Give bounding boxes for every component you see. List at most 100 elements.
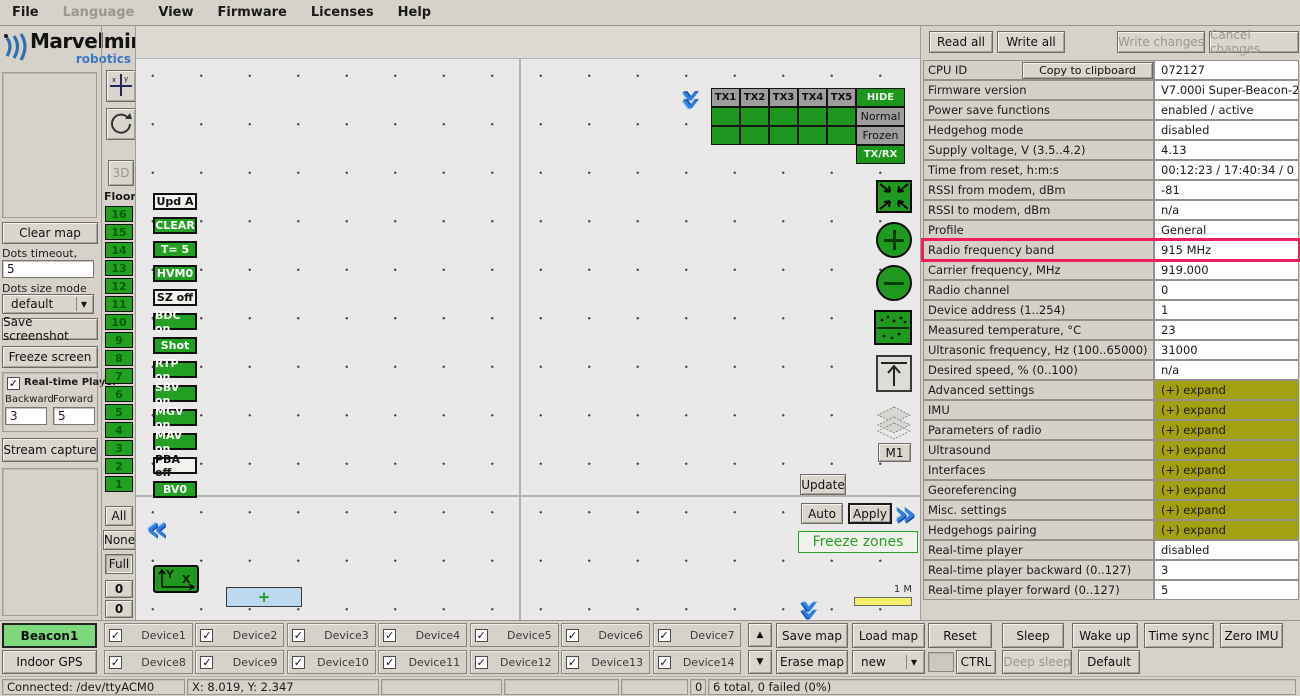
floors-all-button[interactable]: All: [105, 506, 133, 526]
write-changes-button[interactable]: Write changes: [1117, 31, 1205, 53]
map-toggle-sbv-on[interactable]: SBV on: [153, 385, 197, 402]
tx-header-tx2[interactable]: TX2: [740, 88, 769, 107]
floor-button-1[interactable]: 1: [105, 476, 133, 492]
device-cell-device3[interactable]: ✓Device3: [287, 623, 376, 647]
device-checkbox[interactable]: ✓: [475, 629, 488, 642]
floor-button-6[interactable]: 6: [105, 386, 133, 402]
device-cell-device12[interactable]: ✓Device12: [470, 650, 559, 674]
menu-licenses[interactable]: Licenses: [299, 1, 386, 24]
param-value[interactable]: (+) expand: [1154, 520, 1299, 540]
floor-button-16[interactable]: 16: [105, 206, 133, 222]
param-value[interactable]: (+) expand: [1154, 500, 1299, 520]
floor-button-10[interactable]: 10: [105, 314, 133, 330]
rotate-view-button[interactable]: [106, 108, 136, 140]
tx-cell[interactable]: [827, 126, 856, 145]
tx-cell[interactable]: [711, 107, 740, 126]
map-toggle-t-5[interactable]: T= 5: [153, 241, 197, 258]
device-checkbox[interactable]: ✓: [566, 656, 579, 669]
menu-help[interactable]: Help: [386, 1, 443, 24]
floors-none-button[interactable]: None: [103, 530, 136, 550]
fit-to-screen-button[interactable]: [876, 180, 912, 217]
tx-header-tx4[interactable]: TX4: [798, 88, 827, 107]
tab-indoor-gps[interactable]: Indoor GPS: [2, 650, 97, 674]
layers-button[interactable]: [876, 405, 912, 445]
floor-button-9[interactable]: 9: [105, 332, 133, 348]
tx-cell[interactable]: [740, 126, 769, 145]
map-toggle-mav-on[interactable]: MAV on: [153, 433, 197, 450]
floor-button-11[interactable]: 11: [105, 296, 133, 312]
cancel-changes-button[interactable]: Cancel changes: [1209, 31, 1299, 53]
view-3d-button[interactable]: 3D: [108, 160, 134, 186]
stream-capture-button[interactable]: Stream capture: [2, 438, 98, 462]
device-checkbox[interactable]: ✓: [475, 656, 488, 669]
device-checkbox[interactable]: ✓: [383, 629, 396, 642]
device-checkbox[interactable]: ✓: [383, 656, 396, 669]
save-screenshot-button[interactable]: Save screenshot: [2, 318, 98, 340]
clear-map-button[interactable]: Clear map: [2, 222, 98, 244]
forward-input[interactable]: 5: [53, 407, 95, 425]
dots-display-button[interactable]: [874, 310, 912, 349]
tx-header-tx5[interactable]: TX5: [827, 88, 856, 107]
auto-button[interactable]: Auto: [801, 503, 843, 524]
menu-firmware[interactable]: Firmware: [206, 1, 299, 24]
tx-cell[interactable]: [798, 126, 827, 145]
device-cell-device6[interactable]: ✓Device6: [561, 623, 650, 647]
realtime-player-checkbox[interactable]: ✓: [7, 377, 20, 390]
erase-map-button[interactable]: Erase map: [776, 650, 848, 674]
zero-imu-button[interactable]: Zero IMU: [1220, 623, 1283, 648]
map-toggle-bv0[interactable]: BV0: [153, 481, 197, 498]
zoom-out-button[interactable]: [876, 265, 912, 301]
map-toggle-sz-off[interactable]: SZ off: [153, 289, 197, 306]
freeze-zones-button[interactable]: Freeze zones: [798, 531, 918, 553]
tx-cell[interactable]: [711, 126, 740, 145]
device-checkbox[interactable]: ✓: [109, 656, 122, 669]
param-value[interactable]: (+) expand: [1154, 400, 1299, 420]
save-map-button[interactable]: Save map: [776, 623, 848, 648]
read-all-button[interactable]: Read all: [929, 31, 993, 53]
deep-sleep-button[interactable]: Deep sleep: [1002, 650, 1072, 674]
wake-up-button[interactable]: Wake up: [1072, 623, 1138, 648]
device-checkbox[interactable]: ✓: [292, 629, 305, 642]
tx-cell[interactable]: [769, 126, 798, 145]
device-checkbox[interactable]: ✓: [292, 656, 305, 669]
param-value[interactable]: (+) expand: [1154, 420, 1299, 440]
devices-scroll-up-button[interactable]: ▲: [748, 623, 772, 647]
axes-view-button[interactable]: x y: [106, 70, 136, 102]
tx-hide-button[interactable]: HIDE: [856, 88, 905, 107]
tab-beacon[interactable]: Beacon1: [2, 623, 97, 648]
device-cell-device2[interactable]: ✓Device2: [195, 623, 284, 647]
map-toggle-pba-off[interactable]: PBA off: [153, 457, 197, 474]
device-checkbox[interactable]: ✓: [200, 629, 213, 642]
map-toggle-clear[interactable]: CLEAR: [153, 217, 197, 234]
floors-full-button[interactable]: Full: [105, 554, 133, 574]
floor-button-4[interactable]: 4: [105, 422, 133, 438]
load-map-button[interactable]: Load map: [852, 623, 925, 648]
floor-button-12[interactable]: 12: [105, 278, 133, 294]
param-value[interactable]: (+) expand: [1154, 440, 1299, 460]
tx-txrx-button[interactable]: TX/RX: [856, 145, 905, 164]
devices-scroll-down-button[interactable]: ▼: [748, 650, 772, 674]
floor-button-15[interactable]: 15: [105, 224, 133, 240]
device-checkbox[interactable]: ✓: [658, 656, 671, 669]
device-cell-device10[interactable]: ✓Device10: [287, 650, 376, 674]
menu-view[interactable]: View: [146, 1, 205, 24]
chevron-left-icon[interactable]: «: [146, 517, 168, 541]
floor-button-7[interactable]: 7: [105, 368, 133, 384]
map-toggle-bdc-on[interactable]: BDC on: [153, 313, 197, 330]
param-value[interactable]: (+) expand: [1154, 480, 1299, 500]
copy-to-clipboard-button[interactable]: Copy to clipboard: [1022, 62, 1153, 79]
map-toggle-shot[interactable]: Shot: [153, 337, 197, 354]
floor-button-8[interactable]: 8: [105, 350, 133, 366]
tx-cell[interactable]: [827, 107, 856, 126]
reset-button[interactable]: Reset: [928, 623, 992, 648]
device-cell-device8[interactable]: ✓Device8: [104, 650, 193, 674]
map-toggle-upd-a[interactable]: Upd A: [153, 193, 197, 210]
write-all-button[interactable]: Write all: [997, 31, 1065, 53]
apply-button[interactable]: Apply: [848, 503, 892, 524]
tx-header-tx1[interactable]: TX1: [711, 88, 740, 107]
device-cell-device14[interactable]: ✓Device14: [653, 650, 742, 674]
device-checkbox[interactable]: ✓: [658, 629, 671, 642]
dots-size-mode-select[interactable]: default ▾: [2, 294, 94, 314]
param-value[interactable]: (+) expand: [1154, 380, 1299, 400]
update-button[interactable]: Update: [800, 474, 846, 495]
